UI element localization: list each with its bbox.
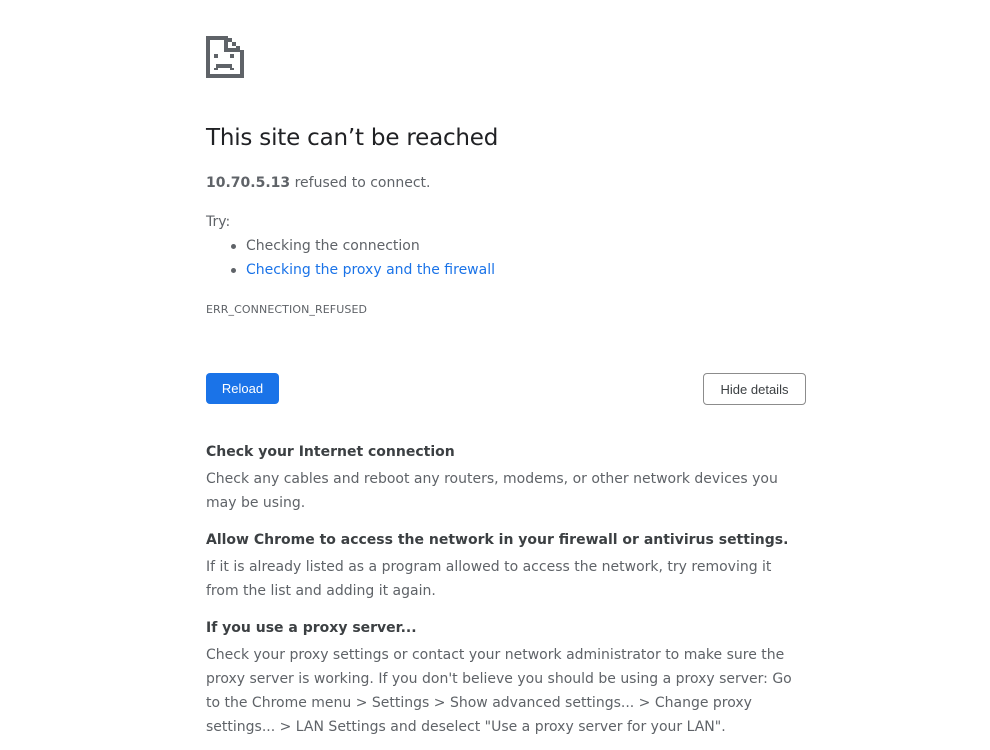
suggestion-checking-connection: Checking the connection — [246, 238, 420, 254]
summary-text: refused to connect. — [290, 175, 431, 191]
error-summary: 10.70.5.13 refused to connect. — [206, 175, 430, 191]
detail-body: Check your proxy settings or contact you… — [206, 647, 792, 735]
detail-heading: If you use a proxy server... — [206, 620, 417, 636]
detail-proxy-server: If you use a proxy server... Check your … — [206, 617, 806, 739]
detail-body: Check any cables and reboot any routers,… — [206, 471, 778, 511]
sad-document-icon — [206, 36, 244, 78]
hide-details-button[interactable]: Hide details — [703, 373, 806, 405]
suggestions-list: Checking the connection Checking the pro… — [206, 236, 495, 284]
detail-heading: Allow Chrome to access the network in yo… — [206, 532, 789, 548]
list-item: Checking the proxy and the firewall — [206, 260, 495, 284]
reload-button[interactable]: Reload — [206, 373, 279, 404]
suggestion-proxy-firewall-link[interactable]: Checking the proxy and the firewall — [246, 262, 495, 278]
try-label: Try: — [206, 214, 231, 230]
detail-firewall-antivirus: Allow Chrome to access the network in yo… — [206, 529, 806, 603]
host-address: 10.70.5.13 — [206, 175, 291, 191]
page-title: This site can’t be reached — [206, 125, 499, 151]
details-section: Check your Internet connection Check any… — [206, 441, 806, 750]
list-item: Checking the connection — [206, 236, 495, 260]
detail-heading: Check your Internet connection — [206, 444, 455, 460]
error-page: This site can’t be reached 10.70.5.13 re… — [0, 0, 990, 750]
detail-body: If it is already listed as a program all… — [206, 559, 772, 599]
bullet-icon — [231, 244, 236, 249]
error-code: ERR_CONNECTION_REFUSED — [206, 303, 368, 316]
detail-internet-connection: Check your Internet connection Check any… — [206, 441, 806, 515]
bullet-icon — [231, 268, 236, 273]
